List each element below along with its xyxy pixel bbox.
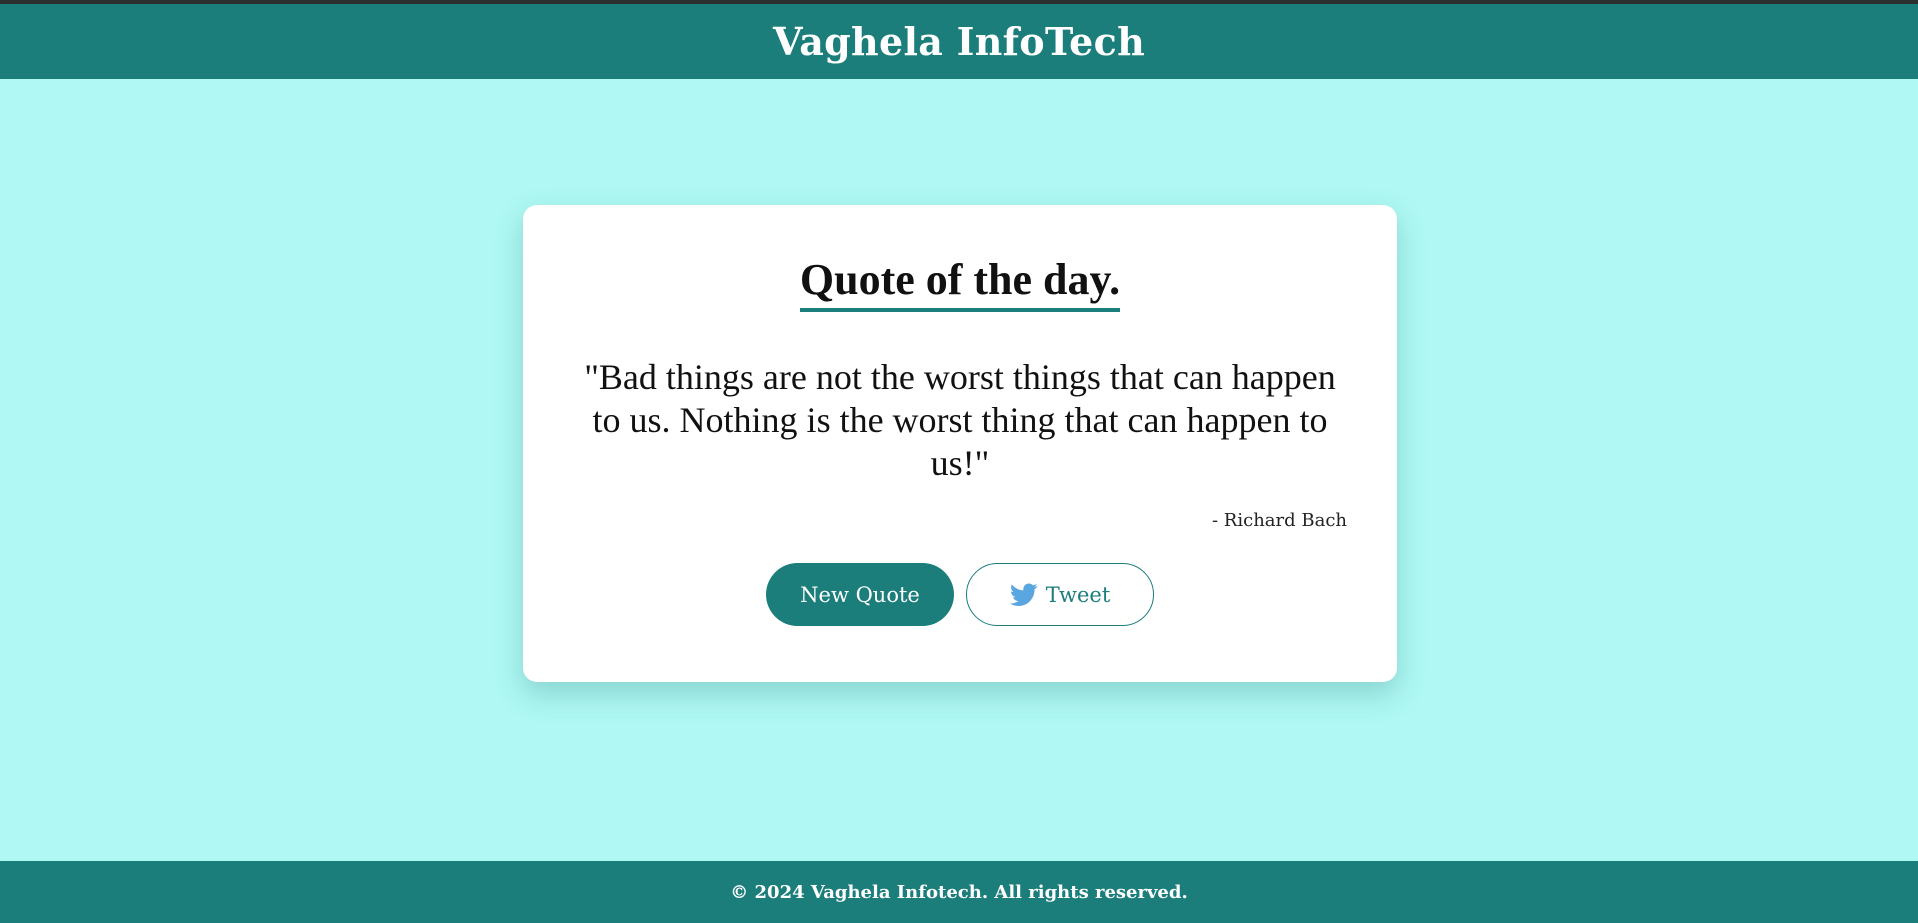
button-row: New Quote Tweet [523, 563, 1397, 626]
tweet-label: Tweet [1045, 582, 1111, 607]
quote-author: - Richard Bach [1212, 510, 1347, 531]
new-quote-button[interactable]: New Quote [766, 563, 954, 626]
quote-card: Quote of the day. "Bad things are not th… [523, 205, 1397, 682]
site-title: Vaghela InfoTech [772, 19, 1146, 64]
tweet-button[interactable]: Tweet [966, 563, 1154, 626]
footer-copyright: © 2024 Vaghela Infotech. All rights rese… [730, 881, 1188, 903]
quote-heading: Quote of the day. [799, 255, 1121, 312]
site-footer: © 2024 Vaghela Infotech. All rights rese… [0, 861, 1918, 923]
quote-text: "Bad things are not the worst things tha… [584, 357, 1336, 483]
twitter-bird-icon [1009, 582, 1038, 607]
site-header: Vaghela InfoTech [0, 4, 1918, 79]
new-quote-label: New Quote [800, 582, 920, 607]
card-heading-wrap: Quote of the day. [523, 255, 1397, 312]
